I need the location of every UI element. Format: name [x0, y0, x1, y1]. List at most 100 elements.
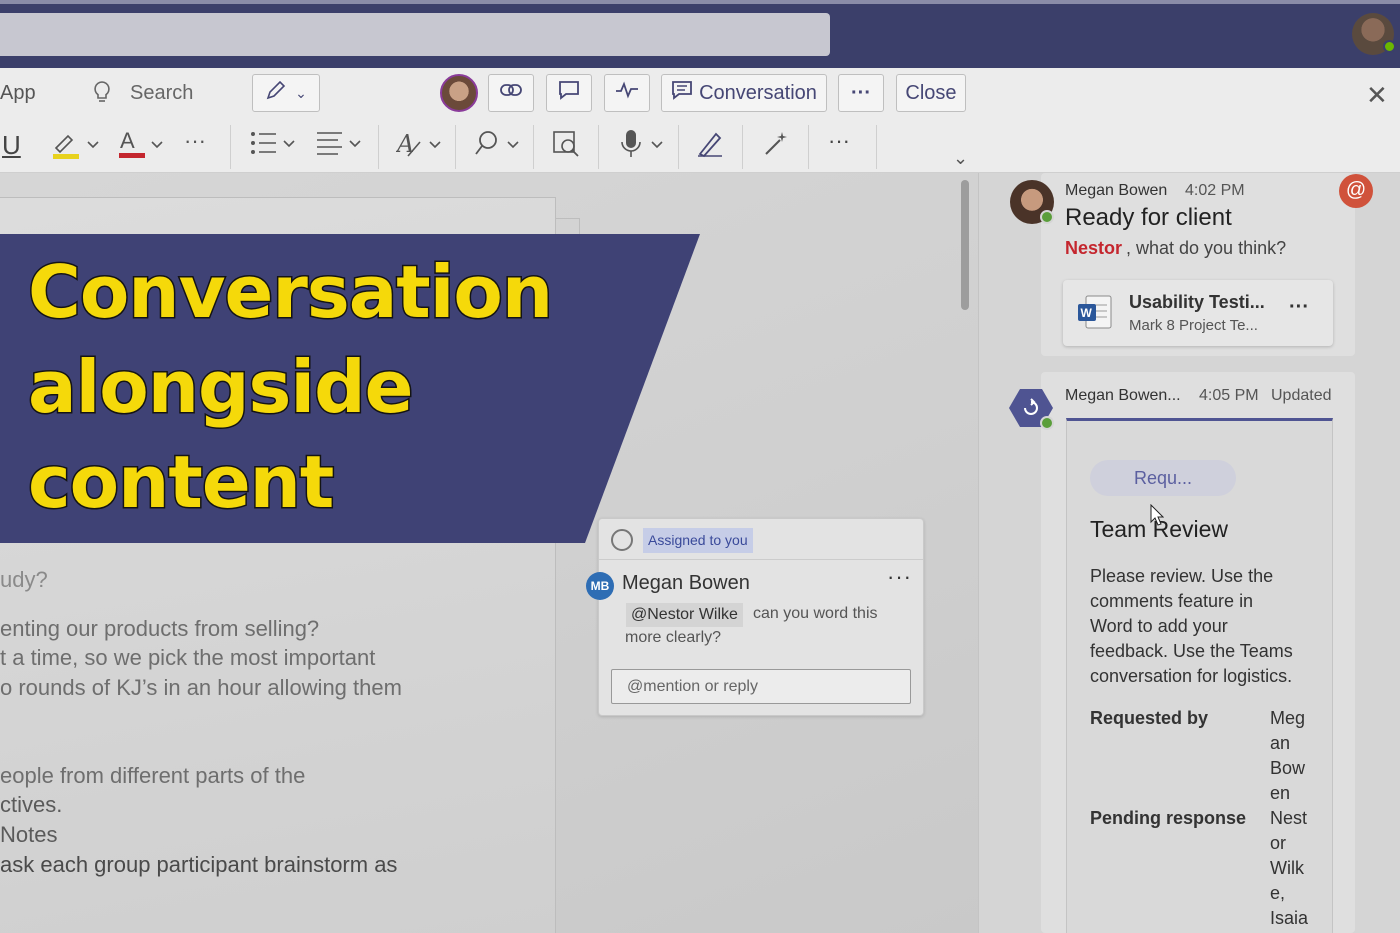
avatar: MB [586, 572, 614, 600]
message-time: 4:05 PM [1199, 387, 1259, 404]
close-panel-icon[interactable]: ✕ [1366, 80, 1388, 111]
styles-icon[interactable]: A [395, 128, 446, 166]
presence-available-icon [1040, 210, 1054, 224]
link-icon [499, 81, 523, 105]
headline-line-1: Conversation [26, 249, 554, 336]
font-color-icon[interactable]: A [118, 128, 168, 166]
participant-avatar[interactable] [440, 74, 478, 112]
conversation-icon [671, 80, 693, 106]
pending-response-label: Pending response [1090, 808, 1247, 828]
ribbon-separator [808, 125, 809, 169]
comment-text-line-2: more clearly? [625, 629, 722, 646]
message-author: Megan Bowen... [1065, 387, 1181, 404]
page-corner-marker [556, 218, 580, 236]
conversation-button[interactable]: Conversation [661, 74, 827, 112]
activity-icon [615, 81, 639, 105]
requested-by-value: Bow [1270, 758, 1306, 778]
activity-button[interactable] [604, 74, 650, 112]
editor-icon[interactable] [696, 130, 724, 164]
dictate-microphone-icon[interactable] [620, 128, 670, 166]
request-status-pill[interactable]: Requ... [1090, 460, 1236, 496]
document-line: t a time, so we pick the most important [0, 645, 376, 670]
underline-button[interactable]: U [2, 130, 21, 161]
assigned-badge: Assigned to you [643, 528, 753, 553]
title-search-bar[interactable] [0, 13, 830, 56]
more-options-button[interactable]: ··· [838, 74, 884, 112]
requested-by-value: en [1270, 783, 1291, 803]
document-line: ask each group participant brainstorm as [0, 852, 398, 877]
message-title: Ready for client [1065, 204, 1232, 231]
user-avatar[interactable] [1352, 13, 1396, 55]
title-bar [0, 0, 1400, 68]
ribbon-separator [455, 125, 456, 169]
message-time: 4:02 PM [1185, 182, 1245, 199]
lightbulb-icon [92, 80, 112, 112]
file-location: Mark 8 Project Te... [1129, 317, 1258, 334]
teams-word-screenshot: App Search ⌄ Conversation ··· Close U A … [0, 0, 1400, 933]
document-line: udy? [0, 567, 48, 592]
chevron-down-icon: ⌄ [295, 84, 307, 101]
pending-response-value: or [1270, 833, 1287, 853]
card-body-line: conversation for logistics. [1090, 666, 1293, 686]
close-label: Close [905, 81, 957, 104]
expand-ribbon-chevron-icon[interactable]: ⌄ [953, 148, 968, 169]
ribbon-separator [533, 125, 534, 169]
comment-mention[interactable]: @Nestor Wilke [626, 603, 743, 627]
ribbon-separator [876, 125, 877, 169]
file-name: Usability Testi... [1129, 292, 1265, 312]
svg-text:A: A [120, 128, 135, 153]
card-body-line: Word to add your [1090, 616, 1228, 636]
ribbon-separator [598, 125, 599, 169]
document-line: enting our products from selling? [0, 616, 320, 641]
requested-by-label: Requested by [1090, 708, 1209, 728]
comment-more-button[interactable]: ··· [887, 564, 912, 590]
ribbon-separator [742, 125, 743, 169]
headline-line-3: content [26, 439, 335, 526]
headline-line-2: alongside [26, 344, 414, 431]
pending-response-value: Wilk [1270, 858, 1304, 878]
bullets-icon[interactable] [250, 130, 300, 162]
app-menu-label[interactable]: App [0, 82, 36, 105]
card-body-line: feedback. Use the Teams [1090, 641, 1293, 661]
document-line: ctives. [0, 792, 63, 817]
comment-icon [558, 80, 580, 106]
file-more-button[interactable]: ··· [1289, 296, 1309, 319]
comment-reply-input[interactable]: @mention or reply [611, 669, 911, 704]
conversation-label: Conversation [699, 81, 817, 104]
pending-response-value: Isaia [1270, 908, 1309, 928]
presence-available-icon [1040, 416, 1054, 430]
top-strip [0, 0, 1400, 4]
message-text: , what do you think? [1126, 238, 1287, 258]
find-icon[interactable] [474, 130, 524, 164]
ribbon-separator [230, 125, 231, 169]
ribbon-overflow-button[interactable]: ··· [828, 128, 850, 154]
editing-mode-button[interactable]: ⌄ [252, 74, 320, 112]
requested-by-value: Meg [1270, 708, 1306, 728]
requested-by-value: an [1270, 733, 1291, 753]
pencil-icon [265, 79, 289, 107]
word-file-icon: W [1078, 295, 1112, 329]
message-mention[interactable]: Nestor [1065, 238, 1122, 259]
comment-author: Megan Bowen [622, 572, 750, 594]
immersive-reader-icon[interactable] [552, 130, 580, 164]
comment-divider [599, 559, 923, 560]
document-scrollbar[interactable] [961, 180, 969, 310]
comments-button[interactable] [546, 74, 592, 112]
pending-response-value: e, [1270, 883, 1286, 903]
highlight-icon[interactable] [52, 130, 102, 166]
more-font-options[interactable]: ··· [184, 128, 206, 154]
ribbon-separator [678, 125, 679, 169]
document-line: o rounds of KJ’s in an hour allowing the… [0, 675, 402, 700]
document-line: eople from different parts of the [0, 763, 306, 788]
ribbon-separator [378, 125, 379, 169]
svg-text:W: W [1081, 306, 1093, 320]
file-attachment-card[interactable]: W Usability Testi... Mark 8 Project Te..… [1063, 280, 1333, 346]
comment-text-line-1: can you word this [753, 605, 878, 622]
message-author: Megan Bowen [1065, 182, 1168, 199]
resolve-task-checkbox[interactable] [611, 529, 633, 551]
ribbon-search-label[interactable]: Search [130, 82, 193, 105]
designer-wand-icon[interactable] [762, 130, 790, 164]
share-link-button[interactable] [488, 74, 534, 112]
close-button[interactable]: Close [896, 74, 966, 112]
align-icon[interactable] [316, 130, 366, 162]
